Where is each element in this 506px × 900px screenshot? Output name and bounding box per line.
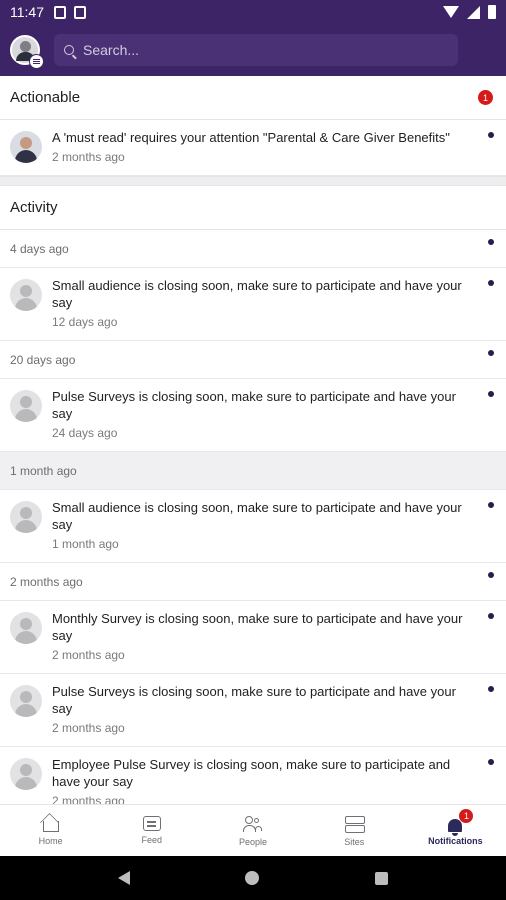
user-avatar-placeholder [10, 758, 42, 790]
tab-label: Notifications [428, 835, 483, 846]
activity-header: Activity [0, 186, 506, 230]
notification-item[interactable]: Pulse Surveys is closing soon, make sure… [0, 379, 506, 452]
user-avatar-placeholder [10, 279, 42, 311]
tab-label: Sites [344, 836, 365, 847]
user-avatar-placeholder [10, 612, 42, 644]
tab-sites[interactable]: Sites [304, 805, 405, 856]
back-icon[interactable] [117, 871, 130, 885]
group-label-text: 1 month ago [10, 463, 77, 478]
notification-text: Employee Pulse Survey is closing soon, m… [52, 757, 451, 789]
notification-time: 2 months ago [52, 150, 125, 164]
status-time: 11:47 [10, 4, 44, 20]
notification-item[interactable]: Employee Pulse Survey is closing soon, m… [0, 747, 506, 804]
group-label: 2 months ago [0, 563, 506, 601]
wifi-icon [443, 6, 459, 18]
notification-item[interactable]: Pulse Surveys is closing soon, make sure… [0, 674, 506, 747]
group-label-text: 4 days ago [10, 241, 69, 256]
notification-time: 2 months ago [52, 721, 125, 735]
notification-time: 24 days ago [52, 426, 118, 440]
tab-feed[interactable]: Feed [101, 805, 202, 856]
section-title: Actionable [10, 89, 81, 106]
notification-time: 12 days ago [52, 315, 118, 329]
user-avatar-placeholder [10, 685, 42, 717]
notification-count-badge: 1 [459, 809, 474, 823]
notification-time: 1 month ago [52, 537, 119, 551]
search-input[interactable]: Search... [54, 34, 458, 66]
group-label-text: 2 months ago [10, 574, 83, 589]
unread-dot [488, 391, 494, 397]
tab-notifications[interactable]: 1 Notifications [405, 805, 506, 856]
notification-item[interactable]: Monthly Survey is closing soon, make sur… [0, 601, 506, 674]
tab-people[interactable]: People [202, 805, 303, 856]
unread-dot [488, 686, 494, 692]
section-divider [0, 176, 506, 186]
recents-icon[interactable] [375, 871, 389, 885]
tab-label: Feed [141, 835, 163, 845]
tab-label: Home [38, 836, 63, 846]
notification-text: Pulse Surveys is closing soon, make sure… [52, 389, 456, 421]
avatar-head [20, 41, 31, 52]
notification-text: Small audience is closing soon, make sur… [52, 278, 462, 310]
section-title: Activity [10, 199, 58, 216]
search-placeholder: Search... [83, 42, 140, 58]
menu-icon[interactable] [29, 54, 44, 69]
actionable-count-badge: 1 [478, 90, 493, 105]
home-icon [42, 821, 59, 832]
notifications-list[interactable]: Actionable 1 A 'must read' requires your… [0, 76, 506, 804]
profile-avatar[interactable] [10, 35, 44, 69]
sites-icon [344, 815, 366, 833]
tab-label: People [238, 836, 268, 847]
sender-avatar [10, 131, 42, 163]
status-bar: 11:47 [0, 0, 506, 24]
notification-text: Monthly Survey is closing soon, make sur… [52, 611, 463, 643]
notification-text: A 'must read' requires your attention "P… [52, 130, 450, 145]
signal-icon [467, 5, 480, 19]
notification-time: 2 months ago [52, 648, 125, 662]
app-header: Search... [0, 24, 506, 76]
unread-dot [488, 613, 494, 619]
unread-dot [488, 132, 494, 138]
unread-dot [488, 239, 494, 245]
search-icon [64, 45, 74, 55]
unread-dot [488, 759, 494, 765]
notification-item[interactable]: A 'must read' requires your attention "P… [0, 120, 506, 176]
sd-card-icon [54, 5, 66, 19]
group-label: 1 month ago [0, 452, 506, 490]
actionable-header: Actionable 1 [0, 76, 506, 120]
notification-item[interactable]: Small audience is closing soon, make sur… [0, 490, 506, 563]
home-button-icon[interactable] [245, 871, 260, 885]
group-label: 4 days ago [0, 230, 506, 268]
group-label-text: 20 days ago [10, 352, 76, 367]
unread-dot [488, 502, 494, 508]
storage-icon [74, 5, 86, 19]
unread-dot [488, 572, 494, 578]
system-nav-bar [0, 856, 506, 900]
tab-home[interactable]: Home [0, 805, 101, 856]
notification-time: 2 months ago [52, 794, 125, 804]
feed-icon [142, 816, 161, 831]
people-icon [243, 815, 263, 833]
user-avatar-placeholder [10, 501, 42, 533]
user-avatar-placeholder [10, 390, 42, 422]
notification-item[interactable]: Small audience is closing soon, make sur… [0, 268, 506, 341]
battery-icon [488, 5, 496, 19]
group-label: 20 days ago [0, 341, 506, 379]
notification-text: Small audience is closing soon, make sur… [52, 500, 462, 532]
unread-dot [488, 350, 494, 356]
unread-dot [488, 280, 494, 286]
bottom-nav: Home Feed People Sites 1 Notifications [0, 804, 506, 856]
notification-text: Pulse Surveys is closing soon, make sure… [52, 684, 456, 716]
